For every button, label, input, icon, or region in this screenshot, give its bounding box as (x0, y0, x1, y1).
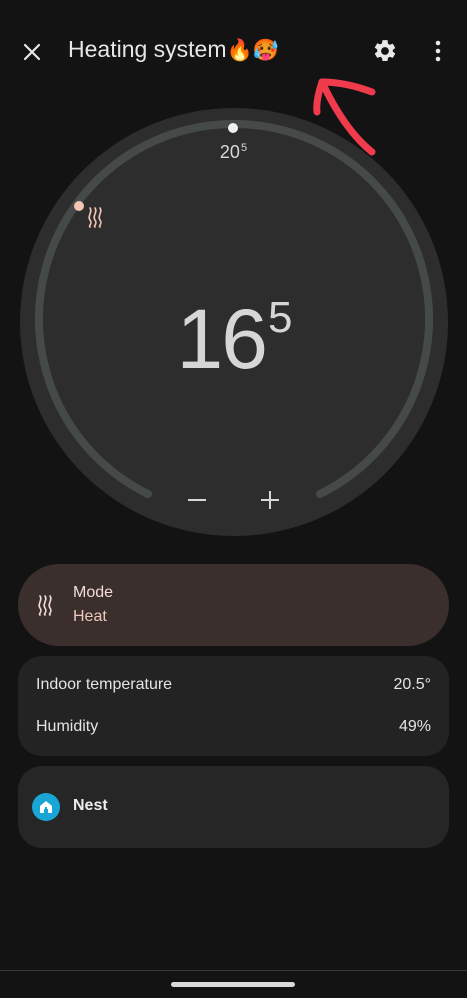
heat-mode-icon (38, 595, 52, 616)
current-temp-marker (74, 201, 84, 211)
humidity-label: Humidity (36, 718, 99, 735)
more-vert-icon (435, 40, 441, 62)
setpoint-decimal: 5 (240, 142, 248, 154)
nav-divider (0, 970, 467, 971)
setpoint-value: 20 (219, 142, 240, 162)
setpoint-label: 205 (0, 142, 467, 163)
app-header: Heating system🔥🥵 (0, 0, 467, 104)
gesture-nav-bar[interactable] (171, 982, 295, 987)
indoor-temperature-row: Indoor temperature 20.5° (36, 676, 431, 694)
close-icon (23, 43, 41, 61)
humidity-value: 49% (398, 718, 431, 735)
mode-title: Mode (73, 584, 114, 601)
home-icon (32, 793, 60, 821)
more-options-button[interactable] (424, 33, 452, 69)
setpoint-handle[interactable] (228, 123, 238, 133)
sensor-info-card: Indoor temperature 20.5° Humidity 49% (18, 656, 449, 756)
minus-icon (188, 499, 206, 501)
indoor-temperature-label: Indoor temperature (36, 676, 173, 693)
page-title: Heating system🔥🥵 (68, 36, 279, 63)
title-text: Heating system (68, 36, 227, 62)
current-temp-decimal: 5 (267, 293, 293, 342)
mode-card[interactable]: Mode Heat (18, 564, 449, 646)
title-emoji: 🔥🥵 (226, 38, 279, 62)
humidity-row: Humidity 49% (36, 718, 431, 736)
current-temp-value: 16 (176, 292, 268, 386)
indoor-temperature-value: 20.5° (393, 676, 431, 693)
nest-label: Nest (73, 797, 108, 814)
current-temperature: 165 (0, 270, 467, 387)
decrease-temp-button[interactable] (178, 484, 216, 516)
close-button[interactable] (14, 34, 50, 70)
mode-value: Heat (73, 608, 107, 625)
heat-icon (88, 207, 102, 228)
increase-temp-button[interactable] (251, 484, 289, 516)
plus-icon (261, 491, 279, 509)
nest-card[interactable]: Nest (18, 766, 449, 848)
